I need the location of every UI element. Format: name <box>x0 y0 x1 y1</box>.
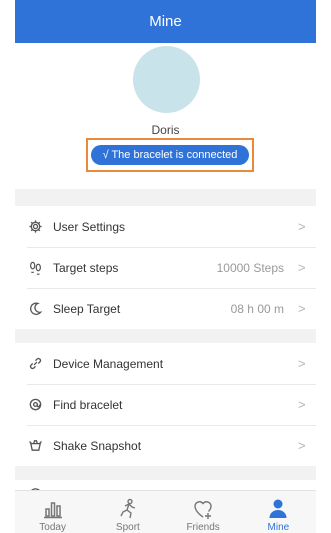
tab-friends[interactable]: Friends <box>166 491 241 533</box>
tab-today[interactable]: Today <box>15 491 90 533</box>
tab-sport[interactable]: Sport <box>90 491 165 533</box>
username: Doris <box>151 123 180 137</box>
person-icon <box>266 497 290 521</box>
avatar[interactable] <box>133 46 200 113</box>
chevron-right-icon: > <box>298 438 306 453</box>
sleep-target-value: 08 h 00 m <box>230 301 284 316</box>
heart-plus-icon <box>191 497 215 521</box>
sleep-target-label: Sleep Target <box>53 301 121 316</box>
connection-status-text: √ The bracelet is connected <box>102 149 238 161</box>
tab-friends-label: Friends <box>186 522 220 533</box>
find-bracelet-row[interactable]: Find bracelet > <box>15 384 316 425</box>
tab-sport-label: Sport <box>115 522 140 533</box>
shake-snapshot-label: Shake Snapshot <box>53 438 142 453</box>
section-divider <box>15 466 316 480</box>
device-section: Device Management > Find bracelet > Shak… <box>15 343 316 466</box>
connection-status-badge[interactable]: √ The bracelet is connected <box>91 145 249 165</box>
shake-snapshot-row[interactable]: Shake Snapshot > <box>15 425 316 466</box>
gear-icon <box>27 219 43 235</box>
chevron-right-icon: > <box>298 301 306 316</box>
target-steps-label: Target steps <box>53 260 119 275</box>
device-management-row[interactable]: Device Management > <box>15 343 316 384</box>
user-settings-row[interactable]: User Settings > <box>15 206 316 247</box>
device-management-label: Device Management <box>53 356 164 371</box>
status-highlight: √ The bracelet is connected <box>86 138 254 172</box>
profile-section: Doris √ The bracelet is connected <box>15 43 316 189</box>
footprints-icon <box>27 260 43 276</box>
section-divider <box>15 329 316 343</box>
page-title: Mine <box>149 13 182 30</box>
tab-bar: Today Sport Friends Mine <box>15 490 316 533</box>
settings-section: User Settings > Target steps 10000 Steps… <box>15 206 316 329</box>
runner-icon <box>116 497 140 521</box>
tab-today-label: Today <box>39 522 66 533</box>
app-header: Mine <box>15 0 316 43</box>
target-steps-row[interactable]: Target steps 10000 Steps > <box>15 247 316 288</box>
user-settings-label: User Settings <box>53 219 126 234</box>
tab-mine[interactable]: Mine <box>241 491 316 533</box>
tab-mine-label: Mine <box>267 522 290 533</box>
bar-chart-icon <box>41 497 65 521</box>
target-steps-value: 10000 Steps <box>216 260 284 275</box>
section-divider <box>15 189 316 206</box>
chevron-right-icon: > <box>298 260 306 275</box>
locate-icon <box>27 397 43 413</box>
link-icon <box>27 356 43 372</box>
find-bracelet-label: Find bracelet <box>53 397 123 412</box>
camera-shake-icon <box>27 438 43 454</box>
moon-icon <box>27 301 43 317</box>
chevron-right-icon: > <box>298 219 306 234</box>
chevron-right-icon: > <box>298 356 306 371</box>
chevron-right-icon: > <box>298 397 306 412</box>
sleep-target-row[interactable]: Sleep Target 08 h 00 m > <box>15 288 316 329</box>
